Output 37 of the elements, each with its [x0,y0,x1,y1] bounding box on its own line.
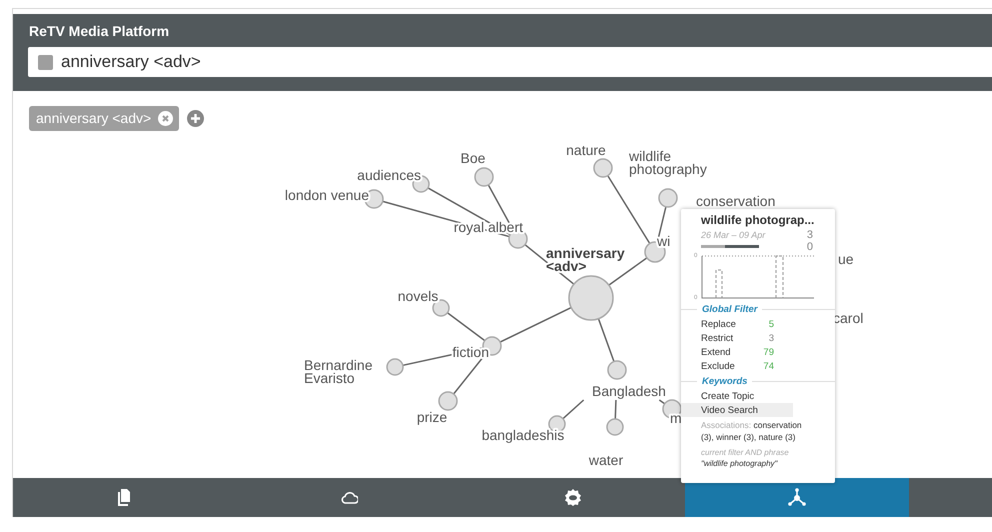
node-label: novels [398,288,438,304]
node-label: nature [566,142,606,158]
count-label: 3 [806,229,813,241]
node-label: wi [657,233,670,249]
node-label: Bangladesh [592,383,666,399]
section-heading: Keywords [702,376,748,387]
node-label: water [588,452,624,468]
menu-item[interactable]: Create Topic [681,389,793,403]
date-range: 26 Mar – 09 Apr [701,230,766,240]
search-field[interactable]: anniversary <adv> [28,47,992,77]
filter-label: Exclude [701,360,736,372]
node-label: london venue [284,187,369,203]
filter-count: 5 [768,318,774,330]
node-label: prize [416,409,448,425]
app-title: ReTV Media Platform [29,23,170,39]
filter-count: 74 [762,360,774,372]
phrase-label: current filter AND phrase [701,447,790,458]
node-label: ue [838,251,854,267]
menu-item[interactable]: Video Search [681,403,793,417]
popup-title: wildlife photograp... [701,213,814,227]
associations-text: Associations: conservation (3), winner (3), nature (3) [701,419,803,443]
node-label: conservation [696,193,776,209]
filter-label: Extend [701,346,732,358]
count-label: 0 [806,241,813,253]
filter-label: Restrict [701,332,734,344]
node-label: m [670,410,682,426]
node-label: Boe [460,150,486,166]
filter-count: 79 [762,346,774,358]
filter-count: 3 [768,332,774,344]
filter-label: Replace [701,318,737,330]
node-label: wildlife photography [629,148,707,177]
node-label: bangladeshis [482,427,564,443]
section-heading: Global Filter [702,304,758,315]
phrase-text: "wildlife photography" [701,458,779,469]
node-label: Bernardine Evaristo [304,357,372,386]
filter-chip: anniversary <adv> [29,106,180,131]
node-label: audiences [357,167,421,183]
